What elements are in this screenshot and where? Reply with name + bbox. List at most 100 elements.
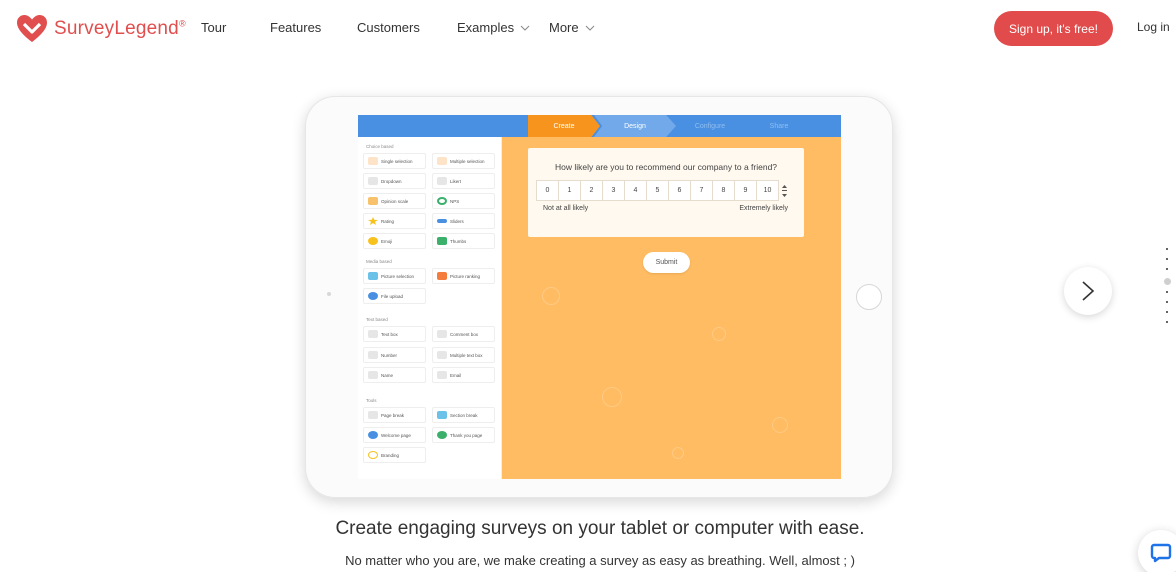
number-icon <box>368 351 378 359</box>
carousel-dot[interactable] <box>1166 321 1168 323</box>
question-types-panel: Choice based Single selection Multiple s… <box>358 137 502 479</box>
step-configure[interactable]: Configure <box>670 115 750 137</box>
qtype-multiple-text-box[interactable]: Multiple text box <box>432 347 495 363</box>
scale-option-7[interactable]: 7 <box>690 180 713 201</box>
carousel-dot[interactable] <box>1166 258 1168 260</box>
nps-question-card: How likely are you to recommend our comp… <box>528 148 804 237</box>
signup-button[interactable]: Sign up, it's free! <box>994 11 1113 46</box>
nav-examples[interactable]: Examples <box>457 20 530 35</box>
qtype-thumbs[interactable]: Thumbs <box>432 233 495 249</box>
multiple-text-box-icon <box>437 351 447 359</box>
chat-icon <box>1150 543 1172 563</box>
editor-step-bar: Create Design Configure Share <box>358 115 841 137</box>
section-title: Choice based <box>366 144 394 149</box>
slider-icon <box>437 219 447 223</box>
qtype-single-selection[interactable]: Single selection <box>363 153 426 169</box>
qtype-branding[interactable]: Branding <box>363 447 426 463</box>
scale-option-9[interactable]: 9 <box>734 180 757 201</box>
picture-ranking-icon <box>437 272 447 280</box>
carousel-dot[interactable] <box>1166 311 1168 313</box>
qtype-welcome-page[interactable]: Welcome page <box>363 427 426 443</box>
qtype-dropdown[interactable]: Dropdown <box>363 173 426 189</box>
scale-stepper-icon[interactable] <box>780 180 789 201</box>
chevron-down-icon <box>520 25 530 31</box>
qtype-page-break[interactable]: Page break <box>363 407 426 423</box>
step-share[interactable]: Share <box>744 115 814 137</box>
picture-icon <box>368 272 378 280</box>
carousel-dot[interactable] <box>1166 248 1168 250</box>
email-icon <box>437 371 447 379</box>
tablet-home-button <box>856 284 882 310</box>
survey-editor-screen: Create Design Configure Share Choice bas… <box>358 115 841 479</box>
scale-option-6[interactable]: 6 <box>668 180 691 201</box>
cloud-upload-icon <box>368 292 378 300</box>
qtype-name[interactable]: Name <box>363 367 426 383</box>
step-design[interactable]: Design <box>594 115 676 137</box>
section-title: Media based <box>366 259 392 264</box>
qtype-multiple-selection[interactable]: Multiple selection <box>432 153 495 169</box>
qtype-nps[interactable]: NPS <box>432 193 495 209</box>
welcome-icon <box>368 431 378 439</box>
nps-gauge-icon <box>437 197 447 205</box>
emoji-icon <box>368 237 378 245</box>
qtype-email[interactable]: Email <box>432 367 495 383</box>
carousel-dot[interactable] <box>1166 268 1168 270</box>
stepper-arrows-icon <box>782 184 787 197</box>
bookmark-icon <box>437 411 447 419</box>
carousel-dot-active[interactable] <box>1163 278 1171 285</box>
chevron-down-icon <box>585 25 594 31</box>
carousel-dot[interactable] <box>1166 301 1168 303</box>
submit-button[interactable]: Submit <box>643 252 690 273</box>
thumbs-up-icon <box>437 237 447 245</box>
top-nav: SurveyLegend® Tour Features Customers Ex… <box>0 0 1176 58</box>
hero-headline: Create engaging surveys on your tablet o… <box>335 518 865 539</box>
qtype-picture-ranking[interactable]: Picture ranking <box>432 268 495 284</box>
login-link[interactable]: Log in <box>1137 20 1170 34</box>
qtype-likert[interactable]: Likert <box>432 173 495 189</box>
scale-option-3[interactable]: 3 <box>602 180 625 201</box>
background-decoration <box>542 287 560 305</box>
qtype-text-box[interactable]: Text box <box>363 326 426 342</box>
qtype-comment-box[interactable]: Comment box <box>432 326 495 342</box>
checkbox-icon <box>437 157 447 165</box>
scale-option-2[interactable]: 2 <box>580 180 603 201</box>
qtype-section-break[interactable]: Section break <box>432 407 495 423</box>
nav-more[interactable]: More <box>549 20 595 35</box>
qtype-picture-selection[interactable]: Picture selection <box>363 268 426 284</box>
qtype-opinion-scale[interactable]: Opinion scale <box>363 193 426 209</box>
scale-option-0[interactable]: 0 <box>536 180 559 201</box>
single-selection-icon <box>368 157 378 165</box>
scale-option-5[interactable]: 5 <box>646 180 669 201</box>
scale-option-1[interactable]: 1 <box>558 180 581 201</box>
opinion-scale-icon <box>368 197 378 205</box>
star-icon <box>368 217 378 225</box>
scale-option-8[interactable]: 8 <box>712 180 735 201</box>
step-create[interactable]: Create <box>528 115 600 137</box>
background-decoration <box>712 327 726 341</box>
question-title: How likely are you to recommend our comp… <box>554 162 778 172</box>
thank-you-icon <box>437 431 447 439</box>
nav-customers[interactable]: Customers <box>357 20 420 35</box>
logo[interactable]: SurveyLegend® <box>16 14 186 44</box>
qtype-rating[interactable]: Rating <box>363 213 426 229</box>
brand-name: SurveyLegend® <box>54 18 186 39</box>
name-icon <box>368 371 378 379</box>
background-decoration <box>772 417 788 433</box>
qtype-emoji[interactable]: Emoji <box>363 233 426 249</box>
qtype-file-upload[interactable]: File upload <box>363 288 426 304</box>
qtype-sliders[interactable]: Sliders <box>432 213 495 229</box>
nav-features[interactable]: Features <box>270 20 321 35</box>
qtype-thank-you-page[interactable]: Thank you page <box>432 427 495 443</box>
scale-option-10[interactable]: 10 <box>756 180 779 201</box>
scale-option-4[interactable]: 4 <box>624 180 647 201</box>
section-title: Tools <box>366 398 377 403</box>
nps-scale: 0 1 2 3 4 5 6 7 8 9 10 <box>536 180 789 201</box>
next-slide-button[interactable] <box>1064 267 1112 315</box>
qtype-number[interactable]: Number <box>363 347 426 363</box>
carousel-dot[interactable] <box>1166 291 1168 293</box>
chevron-right-icon <box>1082 281 1095 301</box>
chat-button[interactable] <box>1138 530 1176 572</box>
dropdown-icon <box>368 177 378 185</box>
section-title: Text based <box>366 317 388 322</box>
nav-tour[interactable]: Tour <box>201 20 226 35</box>
